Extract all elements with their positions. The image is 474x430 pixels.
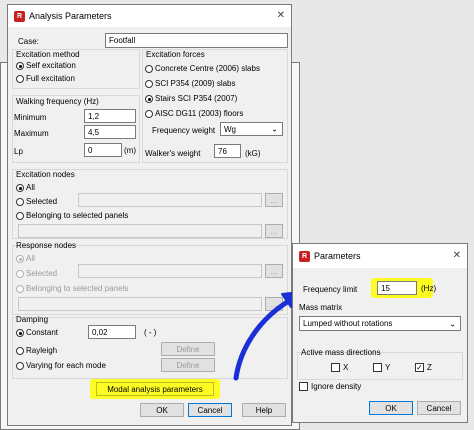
case-input[interactable]: Footfall bbox=[105, 33, 288, 48]
close-icon[interactable]: ✕ bbox=[277, 10, 285, 21]
excitation-selected-radio[interactable] bbox=[16, 198, 24, 206]
response-selected-label: Selected bbox=[26, 269, 58, 278]
parameters-ok-button[interactable]: OK bbox=[369, 401, 413, 415]
excitation-nodes-legend: Excitation nodes bbox=[16, 170, 75, 179]
excitation-panels-radio[interactable] bbox=[16, 212, 24, 220]
lp-label: Lp bbox=[14, 147, 23, 156]
cancel-button[interactable]: Cancel bbox=[188, 403, 232, 417]
excitation-panels-input[interactable] bbox=[18, 224, 262, 238]
lp-unit: (m) bbox=[124, 146, 136, 155]
sci-p354-slabs-radio[interactable] bbox=[145, 80, 153, 88]
direction-z-label: Z bbox=[427, 363, 432, 372]
direction-y-label: Y bbox=[385, 363, 391, 372]
response-selected-browse-button[interactable]: ... bbox=[265, 264, 283, 278]
modal-analysis-parameters-button[interactable]: Modal analysis parameters bbox=[96, 382, 214, 396]
parameters-close-icon[interactable]: ✕ bbox=[453, 250, 461, 261]
damping-rayleigh-label: Rayleigh bbox=[26, 346, 58, 355]
walkers-weight-label: Walker's weight bbox=[145, 149, 201, 158]
walkers-weight-unit: (kG) bbox=[245, 149, 261, 158]
damping-constant-input[interactable]: 0,02 bbox=[88, 325, 136, 339]
sci-p354-slabs-label: SCI P354 (2009) slabs bbox=[155, 79, 236, 88]
concrete-centre-label: Concrete Centre (2006) slabs bbox=[155, 64, 260, 73]
excitation-forces-legend: Excitation forces bbox=[146, 50, 205, 59]
case-label: Case: bbox=[18, 37, 39, 46]
parameters-title: Parameters bbox=[314, 251, 361, 261]
excitation-selected-label: Selected bbox=[26, 197, 58, 206]
response-selected-radio[interactable] bbox=[16, 270, 24, 278]
stairs-sci-p354-radio[interactable] bbox=[145, 95, 153, 103]
mass-matrix-chevron-icon: ⌄ bbox=[449, 319, 456, 328]
parameters-dialog: R Parameters ✕ Frequency limit 15 (Hz) M… bbox=[292, 243, 468, 423]
direction-x-checkbox[interactable] bbox=[331, 363, 340, 372]
rayleigh-define-button[interactable]: Define bbox=[161, 342, 215, 356]
damping-constant-label: Constant bbox=[26, 328, 59, 337]
damping-rayleigh-radio[interactable] bbox=[16, 347, 24, 355]
mass-matrix-value: Lumped without rotations bbox=[303, 319, 393, 328]
walking-frequency-legend: Walking frequency (Hz) bbox=[16, 97, 99, 106]
excitation-panels-browse-button[interactable]: ... bbox=[265, 224, 283, 238]
frequency-weight-select[interactable]: Wg ⌄ bbox=[220, 122, 283, 136]
response-all-label: All bbox=[26, 254, 35, 263]
excitation-all-radio[interactable] bbox=[16, 184, 24, 192]
walkers-weight-input[interactable]: 76 bbox=[214, 144, 241, 158]
excitation-selected-input[interactable] bbox=[78, 193, 262, 207]
damping-legend: Damping bbox=[16, 315, 49, 324]
mass-matrix-label: Mass matrix bbox=[299, 303, 343, 312]
chevron-down-icon: ⌄ bbox=[271, 124, 278, 134]
concrete-centre-radio[interactable] bbox=[145, 65, 153, 73]
dialog-title: Analysis Parameters bbox=[29, 11, 112, 21]
self-excitation-radio[interactable] bbox=[16, 62, 24, 70]
response-all-radio[interactable] bbox=[16, 255, 24, 263]
damping-constant-unit: ( - ) bbox=[144, 328, 157, 337]
ignore-density-checkbox[interactable] bbox=[299, 382, 308, 391]
minimum-input[interactable]: 1,2 bbox=[84, 109, 136, 123]
app-icon: R bbox=[14, 10, 25, 22]
mass-matrix-select[interactable]: Lumped without rotations ⌄ bbox=[299, 316, 461, 331]
direction-x-label: X bbox=[343, 363, 349, 372]
damping-varying-radio[interactable] bbox=[16, 362, 24, 370]
maximum-label: Maximum bbox=[14, 129, 49, 138]
frequency-weight-label: Frequency weight bbox=[152, 126, 216, 135]
maximum-input[interactable]: 4,5 bbox=[84, 125, 136, 139]
response-panels-label: Belonging to selected panels bbox=[26, 284, 129, 293]
lp-input[interactable]: 0 bbox=[84, 143, 122, 157]
frequency-limit-unit: (Hz) bbox=[421, 284, 437, 293]
self-excitation-label: Self excitation bbox=[26, 61, 76, 70]
help-button[interactable]: Help bbox=[242, 403, 286, 417]
analysis-parameters-dialog: R Analysis Parameters ✕ Case: Footfall E… bbox=[7, 4, 292, 426]
excitation-method-legend: Excitation method bbox=[16, 50, 80, 59]
parameters-app-icon: R bbox=[299, 250, 310, 262]
ignore-density-label: Ignore density bbox=[311, 382, 362, 391]
parameters-cancel-button[interactable]: Cancel bbox=[417, 401, 461, 415]
direction-z-checkbox[interactable]: ✓ bbox=[415, 363, 424, 372]
direction-y-checkbox[interactable] bbox=[373, 363, 382, 372]
full-excitation-label: Full excitation bbox=[26, 74, 75, 83]
frequency-weight-value: Wg bbox=[224, 124, 236, 134]
excitation-selected-browse-button[interactable]: ... bbox=[265, 193, 283, 207]
frequency-limit-label: Frequency limit bbox=[303, 285, 358, 294]
response-panels-radio[interactable] bbox=[16, 285, 24, 293]
damping-constant-radio[interactable] bbox=[16, 329, 24, 337]
response-panels-input[interactable] bbox=[18, 297, 262, 311]
excitation-all-label: All bbox=[26, 183, 35, 192]
aisc-dg11-radio[interactable] bbox=[145, 110, 153, 118]
full-excitation-radio[interactable] bbox=[16, 75, 24, 83]
active-mass-label: Active mass directions bbox=[301, 348, 381, 357]
excitation-panels-label: Belonging to selected panels bbox=[26, 211, 129, 220]
frequency-limit-input[interactable]: 15 bbox=[377, 281, 417, 295]
ok-button[interactable]: OK bbox=[140, 403, 184, 417]
minimum-label: Minimum bbox=[14, 113, 47, 122]
stairs-sci-p354-label: Stairs SCI P354 (2007) bbox=[155, 94, 238, 103]
response-selected-input[interactable] bbox=[78, 264, 262, 278]
response-panels-browse-button[interactable]: ... bbox=[265, 297, 283, 311]
varying-define-button[interactable]: Define bbox=[161, 358, 215, 372]
parameters-title-bar[interactable]: R Parameters ✕ bbox=[293, 244, 467, 268]
damping-varying-label: Varying for each mode bbox=[26, 361, 106, 370]
aisc-dg11-label: AISC DG11 (2003) floors bbox=[155, 109, 244, 118]
title-bar[interactable]: R Analysis Parameters ✕ bbox=[8, 5, 291, 27]
response-nodes-legend: Response nodes bbox=[16, 241, 77, 250]
